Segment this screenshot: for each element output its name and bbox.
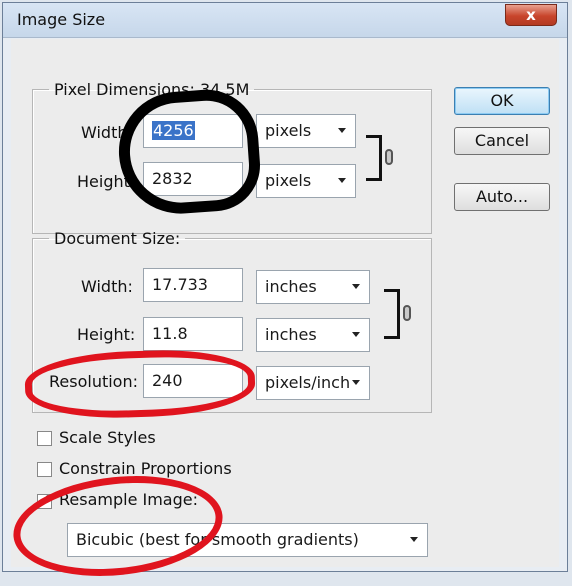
chevron-down-icon <box>338 178 346 183</box>
pixel-width-value: 4256 <box>152 121 195 140</box>
resolution-label: Resolution: <box>49 372 138 391</box>
auto-button[interactable]: Auto... <box>454 183 550 211</box>
chevron-down-icon <box>352 332 360 337</box>
resolution-value: 240 <box>152 371 183 390</box>
resample-method-select[interactable]: Bicubic (best for smooth gradients) <box>67 523 428 557</box>
chevron-down-icon <box>352 380 360 385</box>
scale-styles-checkbox[interactable] <box>37 431 52 446</box>
pixel-height-unit-select[interactable]: pixels <box>256 164 356 198</box>
checkmark-icon: ✓ <box>39 492 51 508</box>
document-width-unit-value: inches <box>265 277 317 296</box>
cancel-button[interactable]: Cancel <box>454 127 550 155</box>
chevron-down-icon <box>338 128 346 133</box>
pixel-width-unit-value: pixels <box>265 121 312 140</box>
chevron-down-icon <box>410 537 418 542</box>
dialog-title: Image Size <box>17 10 106 29</box>
document-height-unit-select[interactable]: inches <box>256 318 370 352</box>
resample-image-label: Resample Image: <box>59 490 198 509</box>
pixel-constrain-bracket <box>366 135 382 181</box>
document-height-unit-value: inches <box>265 325 317 344</box>
resolution-input[interactable]: 240 <box>143 364 243 398</box>
document-width-value: 17.733 <box>152 275 208 294</box>
dialog-body: Pixel Dimensions: 34.5M Width: 4256 pixe… <box>8 39 559 586</box>
document-constrain-bracket <box>384 289 400 339</box>
title-bar: Image Size x <box>3 3 567 38</box>
close-button[interactable]: x <box>505 4 557 26</box>
resample-method-value: Bicubic (best for smooth gradients) <box>76 530 359 549</box>
resolution-unit-select[interactable]: pixels/inch <box>256 366 370 400</box>
close-icon: x <box>526 6 536 24</box>
pixel-height-unit-value: pixels <box>265 171 312 190</box>
document-width-input[interactable]: 17.733 <box>143 268 243 302</box>
document-height-value: 11.8 <box>152 324 188 343</box>
pixel-height-label: Height: <box>77 172 136 191</box>
document-width-unit-select[interactable]: inches <box>256 270 370 304</box>
pixel-height-value: 2832 <box>152 169 193 188</box>
document-width-label: Width: <box>81 277 133 296</box>
pixel-dimensions-legend: Pixel Dimensions: 34.5M <box>54 80 250 99</box>
pixel-height-input[interactable]: 2832 <box>143 162 243 196</box>
document-size-legend: Document Size: <box>54 229 181 248</box>
document-height-label: Height: <box>77 325 136 344</box>
constrain-proportions-label: Constrain Proportions <box>59 459 232 478</box>
document-height-input[interactable]: 11.8 <box>143 317 243 351</box>
chevron-down-icon <box>352 284 360 289</box>
link-chain-icon <box>385 149 393 165</box>
scale-styles-label: Scale Styles <box>59 428 156 447</box>
pixel-width-input[interactable]: 4256 <box>143 114 243 148</box>
ok-button[interactable]: OK <box>454 87 550 115</box>
pixel-width-label: Width: <box>81 123 133 142</box>
constrain-proportions-checkbox[interactable] <box>37 462 52 477</box>
resample-image-checkbox[interactable]: ✓ <box>37 492 52 509</box>
link-chain-icon <box>403 305 411 321</box>
pixel-width-unit-select[interactable]: pixels <box>256 114 356 148</box>
resolution-unit-value: pixels/inch <box>265 373 351 392</box>
image-size-dialog: Image Size x Pixel Dimensions: 34.5M Wid… <box>2 2 568 586</box>
